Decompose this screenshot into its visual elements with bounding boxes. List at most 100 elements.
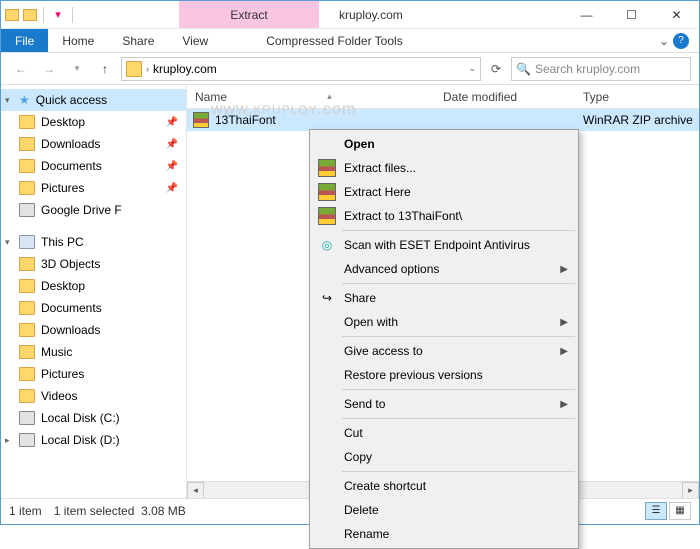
sidebar-item-label: Desktop: [41, 115, 85, 129]
submenu-icon: ▶: [560, 264, 568, 275]
explorer-open-icon[interactable]: [23, 9, 37, 21]
ctx-rename[interactable]: Rename: [312, 522, 576, 546]
home-tab[interactable]: Home: [48, 29, 108, 52]
ctx-extract-to[interactable]: Extract to 13ThaiFont\: [312, 204, 576, 228]
col-header-date[interactable]: Date modified: [435, 85, 575, 108]
sidebar-item-documents2[interactable]: Documents: [1, 297, 186, 319]
sidebar-item-documents[interactable]: Documents📌: [1, 155, 186, 177]
back-button[interactable]: ←: [9, 57, 33, 81]
folder-icon: [19, 279, 35, 293]
qat-overflow-icon[interactable]: ▾: [50, 7, 66, 23]
sidebar-item-label: Desktop: [41, 279, 85, 293]
folder-icon: [19, 115, 35, 129]
ctx-cut[interactable]: Cut: [312, 421, 576, 445]
folder-icon: [19, 257, 35, 271]
help-icon[interactable]: ?: [673, 33, 689, 49]
submenu-icon: ▶: [560, 399, 568, 410]
caret-down-icon[interactable]: ▾: [5, 237, 10, 248]
sidebar-item-label: Pictures: [41, 367, 84, 381]
sort-asc-icon: ▴: [327, 91, 332, 102]
caret-right-icon[interactable]: ▸: [5, 435, 10, 446]
close-button[interactable]: ✕: [654, 1, 699, 28]
up-button[interactable]: ↑: [93, 57, 117, 81]
recent-chevron-icon[interactable]: ▾: [65, 57, 89, 81]
ctx-give-access[interactable]: Give access to▶: [312, 339, 576, 363]
maximize-button[interactable]: ☐: [609, 1, 654, 28]
pin-icon: 📌: [166, 117, 178, 128]
pin-icon: 📌: [166, 183, 178, 194]
crumb-dropdown-icon[interactable]: ⌄: [468, 63, 476, 74]
drive-icon: [19, 203, 35, 217]
folder-icon: [19, 137, 35, 151]
share-icon: ↪: [318, 289, 336, 307]
scroll-left-icon[interactable]: ◂: [187, 482, 204, 499]
status-selected: 1 item selected 3.08 MB: [54, 504, 186, 518]
crumb-segment[interactable]: kruploy.com: [153, 62, 217, 76]
compressed-tools-tab[interactable]: Compressed Folder Tools: [252, 29, 417, 52]
ribbon-tabs: File Home Share View Compressed Folder T…: [1, 29, 699, 53]
column-headers: Name▴ Date modified Type: [187, 85, 699, 109]
sidebar-item-3dobjects[interactable]: 3D Objects: [1, 253, 186, 275]
sidebar-item-label: Videos: [41, 389, 77, 403]
sidebar-quick-access[interactable]: ▾ ★ Quick access: [1, 89, 186, 111]
scroll-right-icon[interactable]: ▸: [682, 482, 699, 499]
ctx-extract-files[interactable]: Extract files...: [312, 156, 576, 180]
crumb-chevron-icon[interactable]: ›: [146, 64, 149, 74]
ctx-extract-here[interactable]: Extract Here: [312, 180, 576, 204]
ctx-create-shortcut[interactable]: Create shortcut: [312, 474, 576, 498]
sidebar-item-downloads2[interactable]: Downloads: [1, 319, 186, 341]
col-header-type[interactable]: Type: [575, 85, 699, 108]
ctx-scan-eset[interactable]: ◎Scan with ESET Endpoint Antivirus: [312, 233, 576, 257]
title-bar: ▾ Extract kruploy.com — ☐ ✕: [1, 1, 699, 29]
status-item-count: 1 item: [9, 504, 42, 518]
sidebar-item-videos[interactable]: Videos: [1, 385, 186, 407]
folder-icon: [19, 159, 35, 173]
ctx-share[interactable]: ↪Share: [312, 286, 576, 310]
ctx-advanced-options[interactable]: Advanced options▶: [312, 257, 576, 281]
eset-icon: ◎: [318, 236, 336, 254]
large-icons-view-button[interactable]: ▦: [669, 502, 691, 520]
sidebar-this-pc[interactable]: ▾ This PC: [1, 231, 186, 253]
sidebar-item-music[interactable]: Music: [1, 341, 186, 363]
search-icon: 🔍: [516, 62, 531, 76]
folder-icon: [19, 345, 35, 359]
sidebar-item-pictures[interactable]: Pictures📌: [1, 177, 186, 199]
sidebar-item-downloads[interactable]: Downloads📌: [1, 133, 186, 155]
breadcrumb[interactable]: › kruploy.com ⌄: [121, 57, 481, 81]
refresh-button[interactable]: ⟳: [485, 58, 507, 80]
sidebar-item-disk-c[interactable]: Local Disk (C:): [1, 407, 186, 429]
sidebar-item-label: Quick access: [36, 93, 107, 107]
drive-icon: [19, 433, 35, 447]
ctx-copy[interactable]: Copy: [312, 445, 576, 469]
sidebar-item-desktop2[interactable]: Desktop: [1, 275, 186, 297]
winrar-icon: [318, 183, 336, 201]
minimize-button[interactable]: —: [564, 1, 609, 28]
col-header-name[interactable]: Name▴: [187, 85, 435, 108]
ribbon-collapse-icon[interactable]: ⌄: [659, 34, 669, 48]
ctx-delete[interactable]: Delete: [312, 498, 576, 522]
ctx-open[interactable]: Open: [312, 132, 576, 156]
search-input[interactable]: 🔍 Search kruploy.com: [511, 57, 691, 81]
ctx-send-to[interactable]: Send to▶: [312, 392, 576, 416]
file-row[interactable]: 13ThaiFont WinRAR ZIP archive: [187, 109, 699, 131]
sidebar-item-pictures2[interactable]: Pictures: [1, 363, 186, 385]
share-tab[interactable]: Share: [108, 29, 168, 52]
folder-icon: [19, 367, 35, 381]
details-view-button[interactable]: ☰: [645, 502, 667, 520]
sidebar-item-desktop[interactable]: Desktop 📌: [1, 111, 186, 133]
caret-down-icon[interactable]: ▾: [5, 95, 10, 106]
forward-button[interactable]: →: [37, 57, 61, 81]
contextual-tab-extract[interactable]: Extract: [179, 1, 319, 28]
ctx-restore-versions[interactable]: Restore previous versions: [312, 363, 576, 387]
sidebar-item-gdrive[interactable]: Google Drive F: [1, 199, 186, 221]
breadcrumb-folder-icon: [126, 61, 142, 77]
view-tab[interactable]: View: [168, 29, 222, 52]
ctx-open-with[interactable]: Open with▶: [312, 310, 576, 334]
file-tab[interactable]: File: [1, 29, 48, 52]
pin-icon: 📌: [166, 161, 178, 172]
sidebar-item-disk-d[interactable]: ▸Local Disk (D:): [1, 429, 186, 451]
folder-icon: [19, 301, 35, 315]
address-bar-row: ← → ▾ ↑ › kruploy.com ⌄ ⟳ 🔍 Search krupl…: [1, 53, 699, 85]
sidebar-item-label: 3D Objects: [41, 257, 100, 271]
folder-icon: [19, 323, 35, 337]
